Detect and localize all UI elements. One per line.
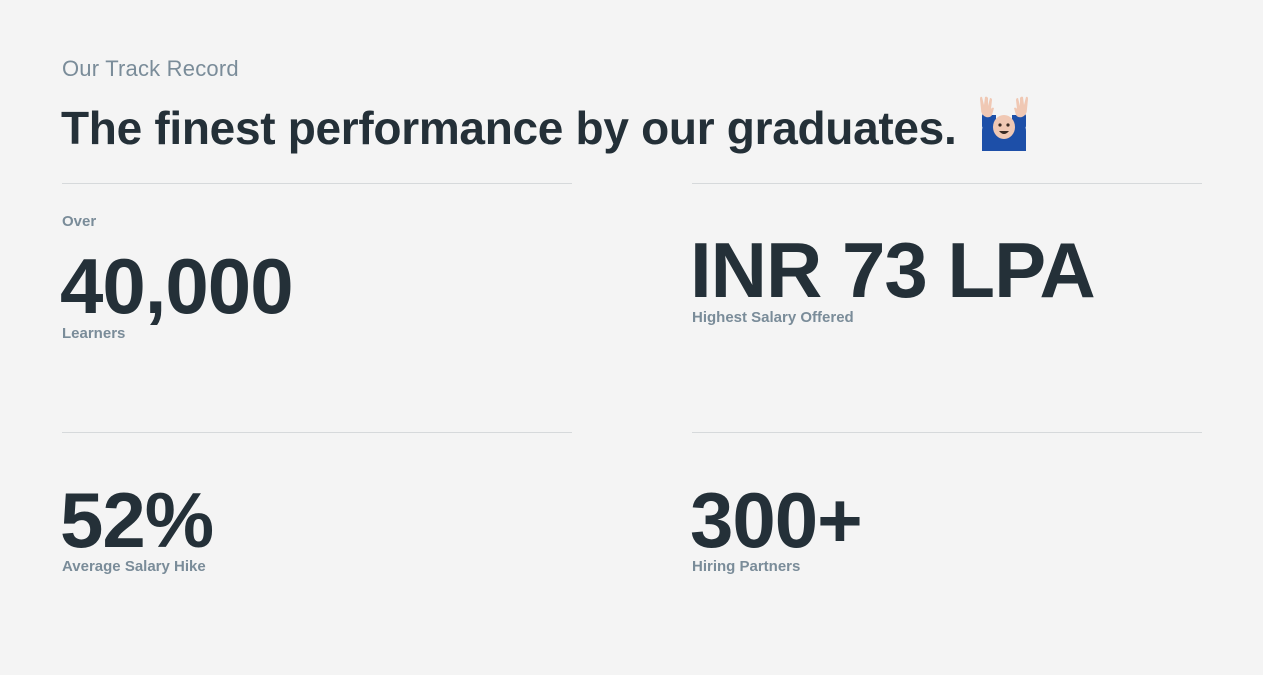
stat-partners-caption: Hiring Partners	[692, 558, 801, 575]
stat-salary-caption: Highest Salary Offered	[692, 309, 854, 326]
section-headline: The finest performance by our graduates.	[61, 102, 957, 154]
raising-hands-person-icon	[980, 96, 1028, 151]
divider-top-right	[692, 183, 1202, 184]
stat-salary-value: INR 73 LPA	[690, 226, 1096, 314]
stat-learners-prefix: Over	[62, 213, 97, 230]
stat-learners-value: 40,000	[60, 242, 294, 330]
stat-hike-caption: Average Salary Hike	[62, 558, 206, 575]
divider-bottom-left	[62, 432, 572, 433]
divider-bottom-right	[692, 432, 1202, 433]
stat-hike-value: 52%	[60, 476, 214, 564]
stat-learners-caption: Learners	[62, 325, 126, 342]
divider-top-left	[62, 183, 572, 184]
section-eyebrow: Our Track Record	[62, 56, 239, 81]
stat-partners-value: 300+	[690, 476, 863, 564]
